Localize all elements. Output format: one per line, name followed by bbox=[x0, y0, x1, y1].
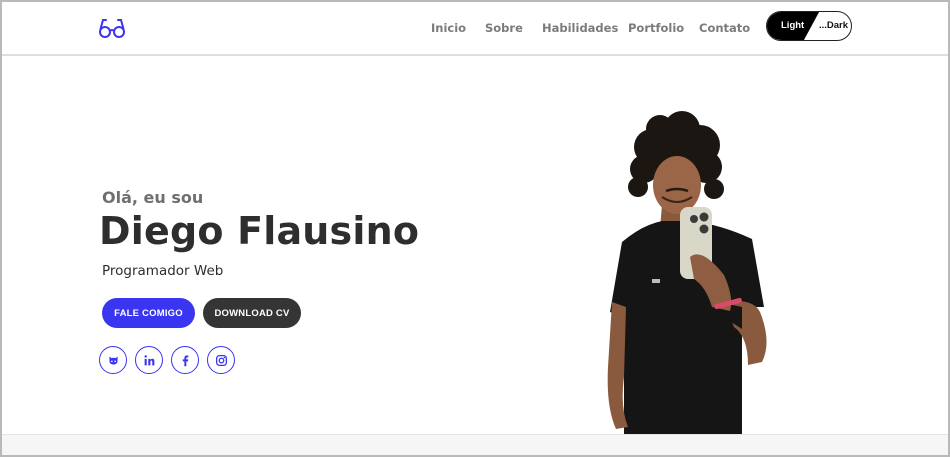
nav-item-inicio[interactable]: Inicio bbox=[431, 21, 466, 35]
social-links bbox=[99, 346, 239, 376]
nav-item-habilidades[interactable]: Habilidades bbox=[542, 21, 618, 35]
linkedin-link[interactable] bbox=[135, 346, 163, 374]
theme-toggle-light-label: Light bbox=[781, 20, 805, 31]
github-icon bbox=[108, 355, 118, 365]
nav-item-sobre[interactable]: Sobre bbox=[485, 21, 523, 35]
hero-name: Diego Flausino bbox=[99, 209, 420, 253]
facebook-link[interactable] bbox=[171, 346, 199, 374]
site-header: Inicio Sobre Habilidades Portfolio Conta… bbox=[2, 2, 948, 56]
linkedin-icon bbox=[143, 354, 154, 365]
contact-button[interactable]: FALE COMIGO bbox=[102, 298, 195, 328]
theme-toggle[interactable]: Light ...Dark bbox=[766, 11, 852, 41]
page-frame: Inicio Sobre Habilidades Portfolio Conta… bbox=[0, 0, 950, 457]
nav-item-contato[interactable]: Contato bbox=[699, 21, 750, 35]
download-cv-button[interactable]: DOWNLOAD CV bbox=[203, 298, 301, 328]
hero-greeting: Olá, eu sou bbox=[102, 188, 204, 207]
github-link[interactable] bbox=[99, 346, 127, 374]
hero-role: Programador Web bbox=[102, 263, 224, 279]
profile-photo bbox=[607, 111, 767, 434]
next-section-edge bbox=[2, 434, 948, 455]
facebook-icon bbox=[182, 354, 188, 366]
instagram-icon bbox=[215, 354, 227, 366]
nav-item-portfolio[interactable]: Portfolio bbox=[628, 21, 684, 35]
theme-toggle-dark-label: ...Dark bbox=[819, 20, 849, 31]
instagram-link[interactable] bbox=[207, 346, 235, 374]
